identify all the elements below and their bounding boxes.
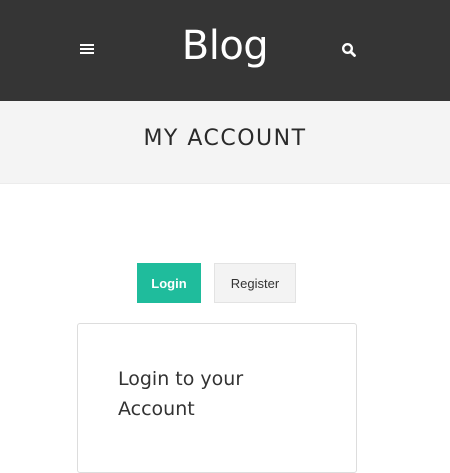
login-card: Login to your Account: [77, 323, 357, 473]
site-header: Blog: [0, 0, 450, 101]
register-tab-button[interactable]: Register: [214, 263, 296, 303]
login-card-title: Login to your Account: [118, 368, 244, 420]
login-tab-button[interactable]: Login: [137, 263, 201, 303]
page-title: MY ACCOUNT: [143, 126, 307, 151]
site-title[interactable]: Blog: [0, 22, 450, 70]
page-banner: MY ACCOUNT: [0, 101, 450, 184]
search-icon[interactable]: [341, 42, 357, 58]
